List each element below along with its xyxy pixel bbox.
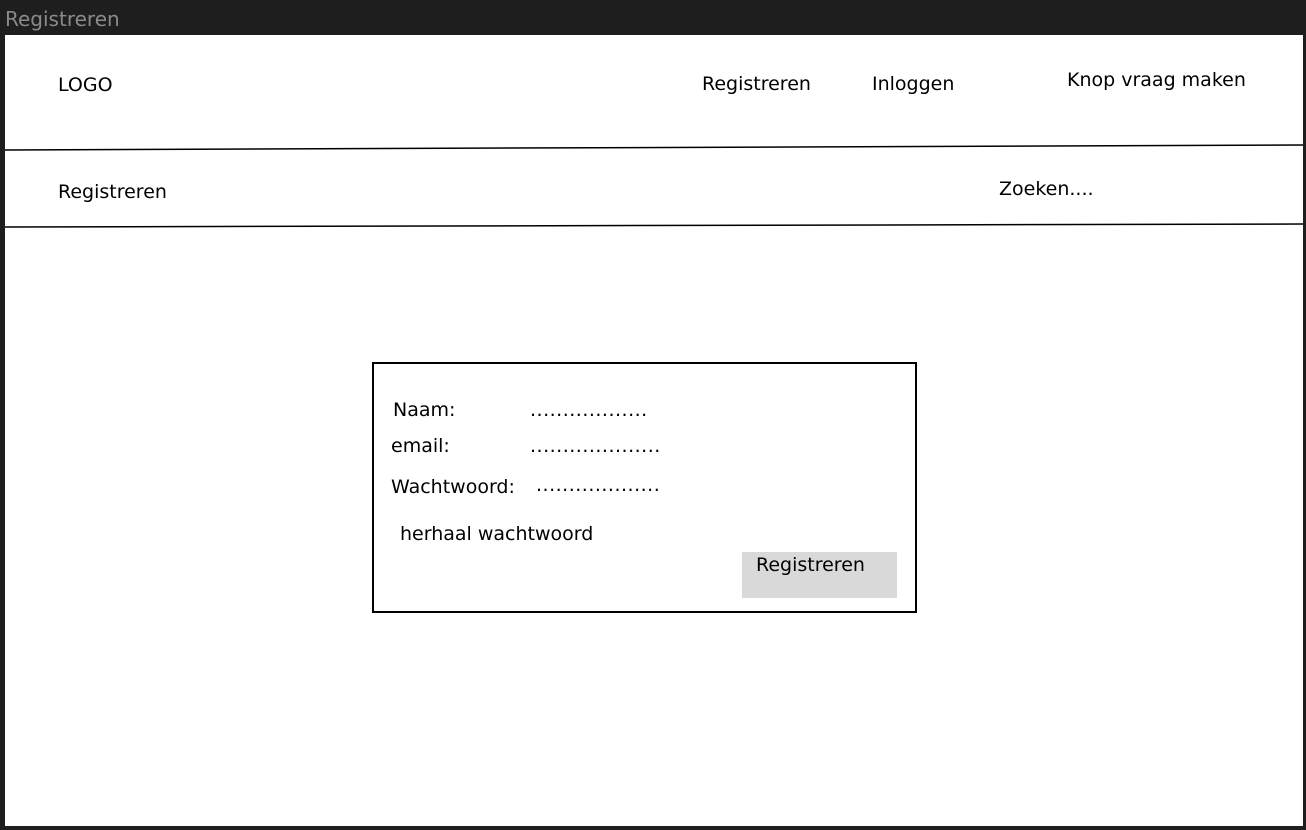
register-submit-label: Registreren	[756, 554, 865, 576]
repeat-password-label: herhaal wachtwoord	[400, 523, 594, 545]
ask-question-button[interactable]: Knop vraag maken	[1067, 68, 1246, 92]
password-field[interactable]: ...................	[536, 473, 660, 497]
header-divider	[5, 144, 1303, 151]
name-field[interactable]: ..................	[530, 398, 648, 422]
registration-form: Naam: .................. email: ........…	[372, 362, 917, 613]
logo[interactable]: LOGO	[58, 73, 113, 97]
search-input[interactable]: Zoeken....	[999, 177, 1094, 201]
nav-login-link[interactable]: Inloggen	[872, 72, 954, 96]
window-titlebar: Registreren	[0, 0, 1306, 35]
register-submit-button[interactable]: Registreren	[742, 552, 897, 598]
window-title: Registreren	[5, 7, 120, 31]
wireframe-canvas: LOGO Registreren Inloggen Knop vraag mak…	[5, 35, 1303, 826]
email-field[interactable]: ....................	[530, 434, 661, 458]
nav-register-link[interactable]: Registreren	[702, 72, 811, 96]
name-label: Naam:	[393, 399, 456, 421]
subheader-divider	[5, 223, 1303, 228]
password-label: Wachtwoord:	[391, 476, 515, 498]
page-title: Registreren	[58, 181, 167, 203]
email-label: email:	[391, 435, 450, 457]
